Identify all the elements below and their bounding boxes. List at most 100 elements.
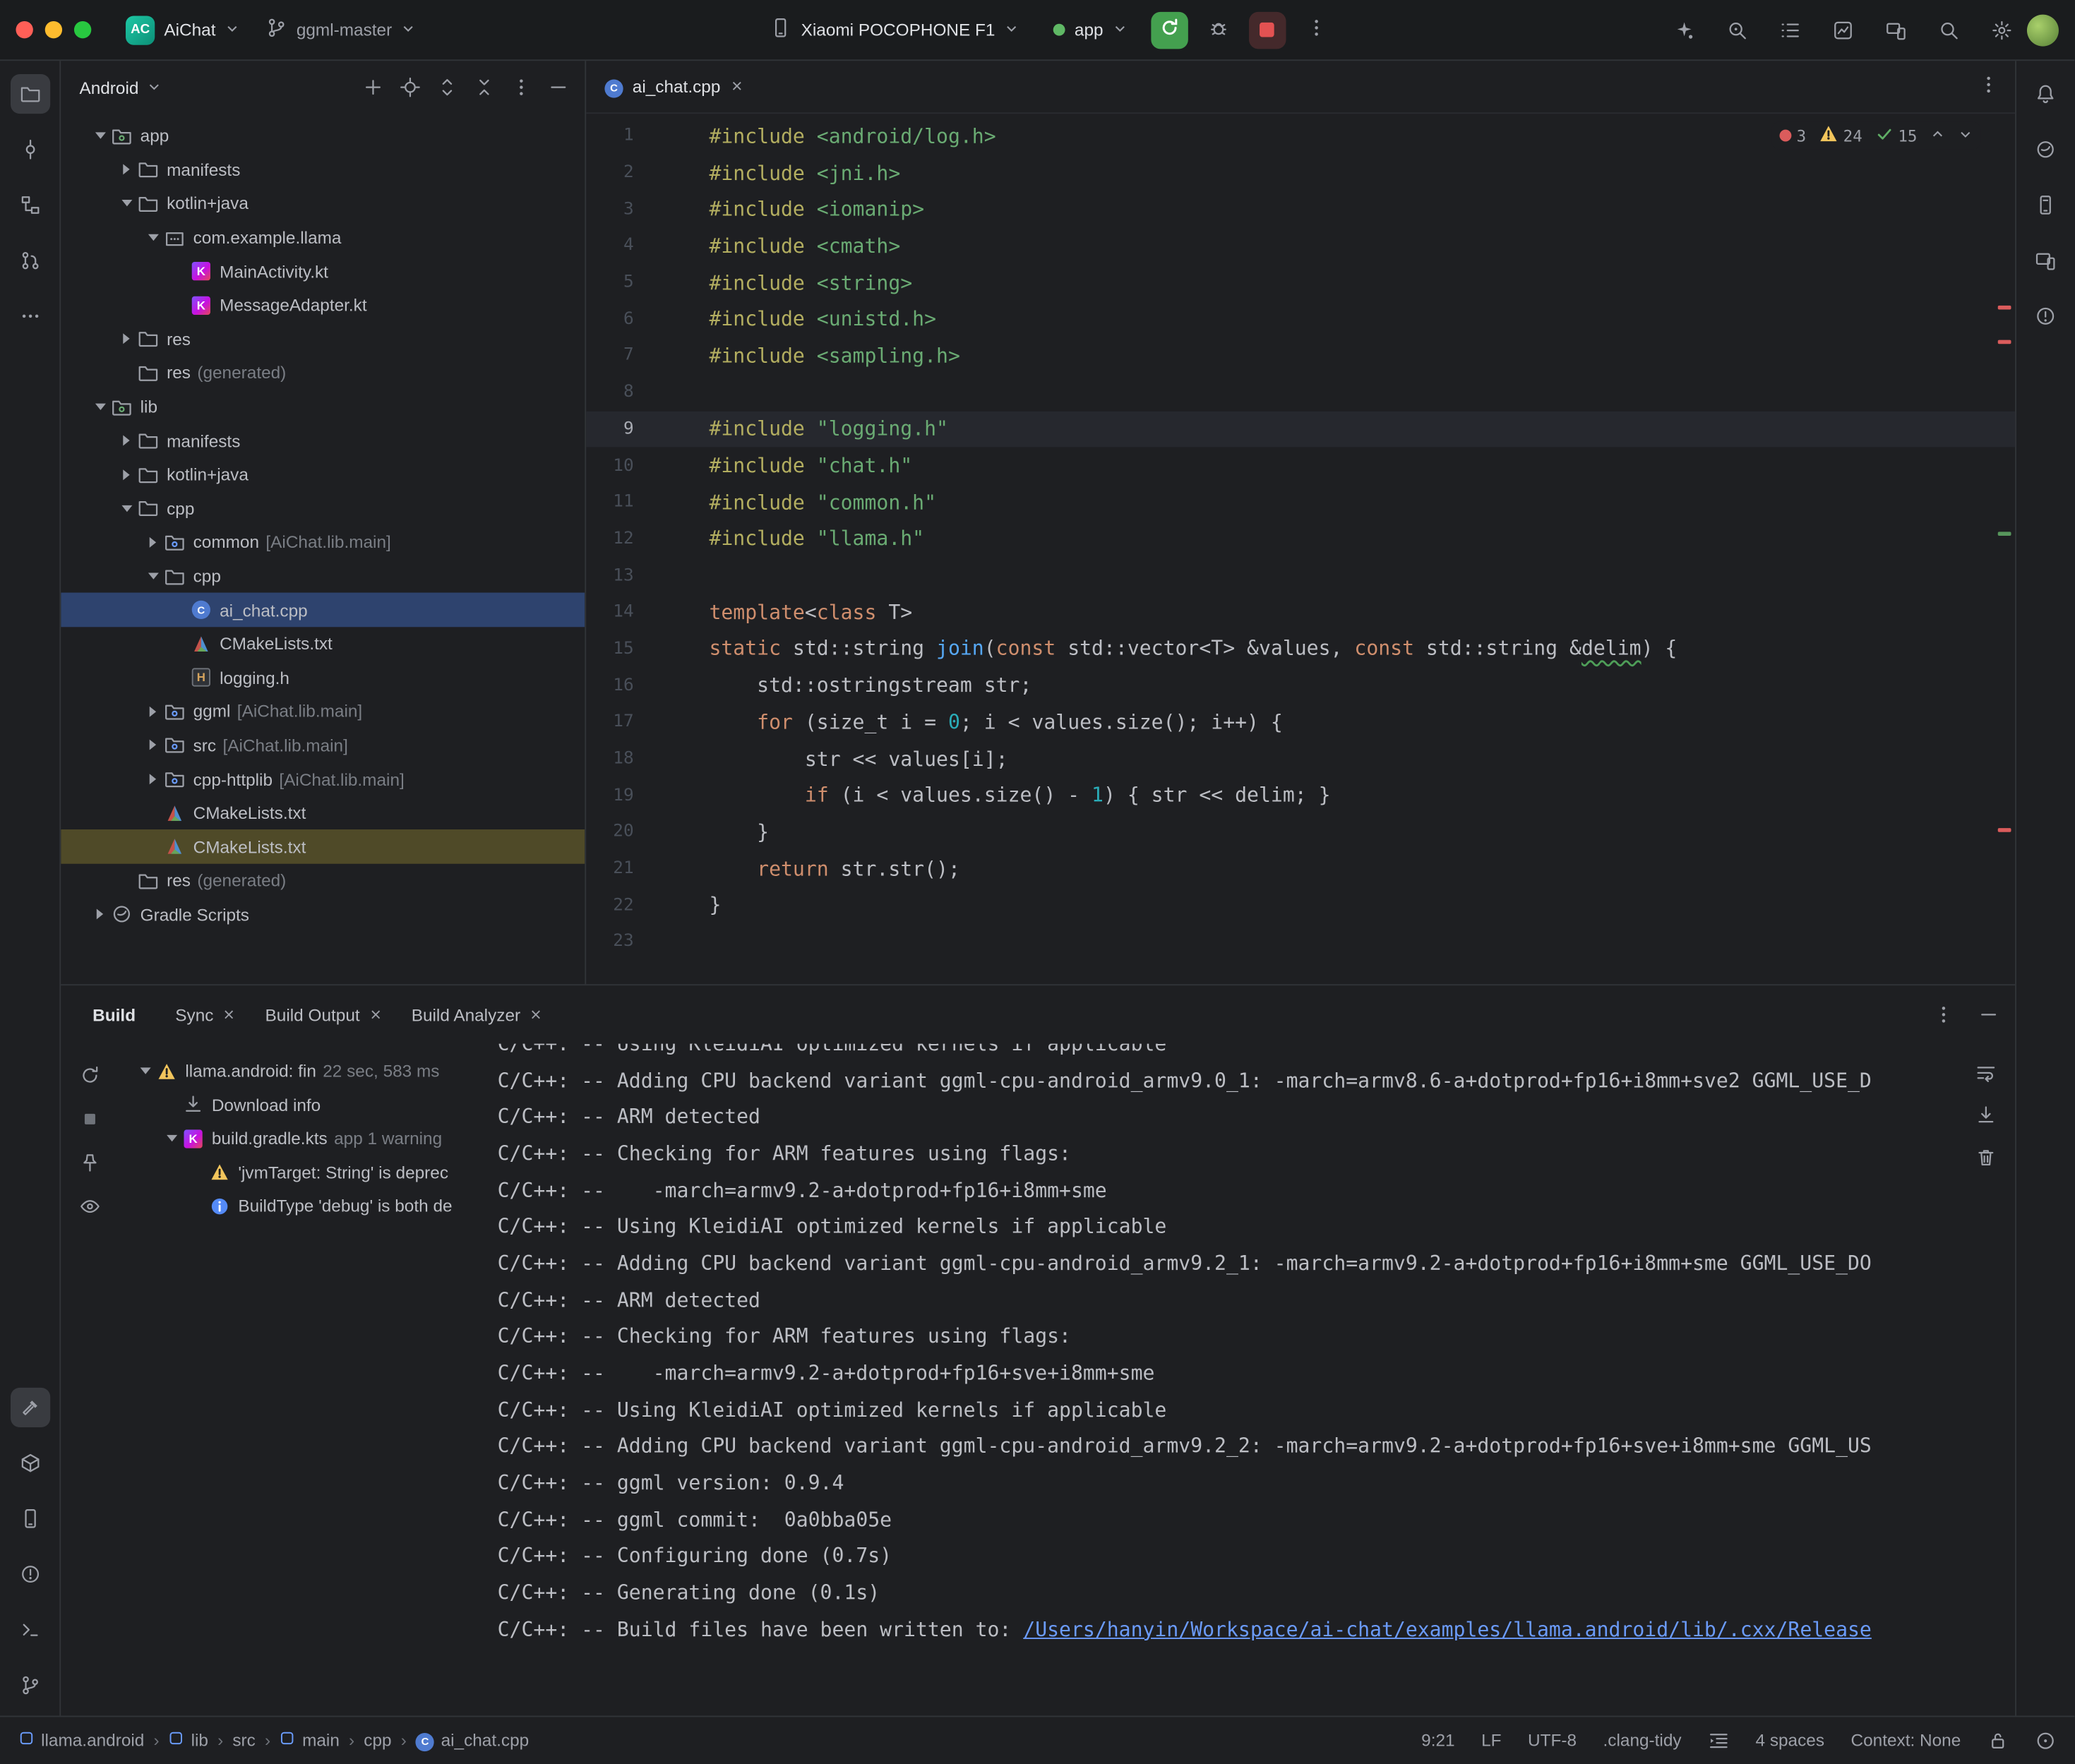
tree-item-src[interactable]: src [AiChat.lib.main] <box>61 728 585 762</box>
editor-options-button[interactable] <box>1973 71 2004 102</box>
passed-count[interactable]: 15 <box>1875 125 1917 146</box>
breadcrumb-item-llama-android[interactable]: llama.android <box>18 1730 144 1750</box>
collapse-twisty-icon[interactable] <box>162 1135 181 1141</box>
stop-button[interactable] <box>1249 11 1286 48</box>
inspections-widget[interactable]: 3 24 15 <box>1771 121 1980 149</box>
tree-item-buildtype-debug-is-both-de[interactable]: BuildType 'debug' is both de <box>119 1189 487 1223</box>
code-line-10[interactable]: 10#include "chat.h" <box>586 448 2015 484</box>
error-stripe[interactable] <box>1995 114 2011 984</box>
status-item-clang-tidy[interactable]: .clang-tidy <box>1603 1730 1682 1750</box>
pull-requests-icon[interactable] <box>10 241 49 280</box>
status-item-lf[interactable]: LF <box>1481 1730 1501 1750</box>
tree-item-kotlin-java[interactable]: kotlin+java <box>61 457 585 491</box>
code-line-15[interactable]: 15static std::string join(const std::vec… <box>586 630 2015 667</box>
gradle-icon[interactable] <box>2026 130 2065 169</box>
tree-item-build-gradle-kts[interactable]: Kbuild.gradle.ktsapp 1 warning <box>119 1122 487 1156</box>
expand-twisty-icon[interactable] <box>116 334 136 344</box>
project-icon[interactable] <box>10 74 49 114</box>
status-item-utf-8[interactable]: UTF-8 <box>1528 1730 1577 1750</box>
version-control-icon[interactable] <box>10 1664 49 1704</box>
close-icon[interactable] <box>369 1004 383 1024</box>
tree-item-kotlin-java[interactable]: kotlin+java <box>61 187 585 221</box>
status-item-9-21[interactable]: 9:21 <box>1421 1730 1454 1750</box>
run-more-options-button[interactable] <box>1299 13 1334 47</box>
build-tab-build-analyzer[interactable]: Build Analyzer <box>398 985 556 1043</box>
collapse-twisty-icon[interactable] <box>90 404 109 410</box>
close-icon[interactable] <box>223 1004 237 1024</box>
breadcrumb-item-lib[interactable]: lib <box>169 1730 208 1750</box>
build-console[interactable]: C/C++: -- Using KleidiAI optimized kerne… <box>487 1044 2015 1715</box>
tree-item-download-info[interactable]: Download info <box>119 1088 487 1122</box>
clear-icon[interactable] <box>1970 1141 2002 1173</box>
more-tool-windows-icon[interactable] <box>10 296 49 336</box>
tree-item-messageadapter-kt[interactable]: KMessageAdapter.kt <box>61 288 585 322</box>
tree-item-ai-chat-cpp[interactable]: Cai_chat.cpp <box>61 593 585 627</box>
breadcrumb-item-main[interactable]: main <box>280 1730 340 1750</box>
search-everywhere-icon[interactable] <box>1932 13 1966 47</box>
expand-twisty-icon[interactable] <box>143 707 162 717</box>
tree-item-mainactivity-kt[interactable]: KMainActivity.kt <box>61 255 585 289</box>
build-tab-build-output[interactable]: Build Output <box>252 985 395 1043</box>
editor-tab-ai-chat-cpp[interactable]: C ai_chat.cpp <box>586 61 761 112</box>
code-line-20[interactable]: 20 } <box>586 814 2015 851</box>
tree-item-common[interactable]: common [AiChat.lib.main] <box>61 525 585 559</box>
zoom-window-button[interactable] <box>74 21 91 38</box>
tree-item-ggml[interactable]: ggml [AiChat.lib.main] <box>61 695 585 728</box>
indent-icon[interactable] <box>1708 1729 1729 1751</box>
app-quality-insights-icon[interactable] <box>2026 296 2065 336</box>
tree-item-jvmtarget-string-is-deprec[interactable]: 'jvmTarget: String' is deprec <box>119 1156 487 1189</box>
code-line-21[interactable]: 21 return str.str(); <box>586 851 2015 887</box>
expand-twisty-icon[interactable] <box>143 774 162 784</box>
collapse-twisty-icon[interactable] <box>143 234 162 241</box>
warning-count[interactable]: 24 <box>1819 124 1862 147</box>
build-tab-sync[interactable]: Sync <box>162 985 250 1043</box>
code-line-17[interactable]: 17 for (size_t i = 0; i < values.size();… <box>586 704 2015 740</box>
tree-item-com-example-llama[interactable]: com.example.llama <box>61 221 585 255</box>
code-line-2[interactable]: 2#include <jni.h> <box>586 155 2015 191</box>
code-line-7[interactable]: 7#include <sampling.h> <box>586 337 2015 374</box>
tree-item-cmakelists-txt[interactable]: CMakeLists.txt <box>61 627 585 661</box>
code-line-5[interactable]: 5#include <string> <box>586 264 2015 301</box>
collapse-twisty-icon[interactable] <box>116 505 136 512</box>
collapse-all-icon[interactable] <box>468 71 500 103</box>
expand-twisty-icon[interactable] <box>90 909 109 920</box>
code-line-9[interactable]: 9#include "logging.h" <box>586 411 2015 448</box>
tree-item-manifests[interactable]: manifests <box>61 424 585 457</box>
close-icon[interactable] <box>730 77 743 97</box>
collapse-twisty-icon[interactable] <box>143 572 162 579</box>
running-devices-icon[interactable] <box>2026 241 2065 280</box>
profiler-icon[interactable] <box>1826 13 1860 47</box>
tree-item-logging-h[interactable]: Hlogging.h <box>61 661 585 695</box>
project-selector[interactable]: AC AiChat <box>115 10 250 49</box>
device-selector[interactable]: Xiaomi POCOPHONE F1 <box>760 12 1030 48</box>
tree-item-res[interactable]: res <box>61 322 585 356</box>
expand-twisty-icon[interactable] <box>116 164 136 175</box>
code-line-16[interactable]: 16 std::ostringstream str; <box>586 667 2015 704</box>
collapse-twisty-icon[interactable] <box>90 133 109 139</box>
commit-icon[interactable] <box>10 130 49 169</box>
run-button[interactable] <box>1151 11 1188 48</box>
scroll-to-end-icon[interactable] <box>1970 1099 2002 1131</box>
tree-item-app[interactable]: app <box>61 119 585 153</box>
code-line-14[interactable]: 14template<class T> <box>586 594 2015 630</box>
previous-problem-icon[interactable] <box>1930 126 1945 145</box>
tree-item-manifests[interactable]: manifests <box>61 153 585 187</box>
code-line-19[interactable]: 19 if (i < values.size() - 1) { str << d… <box>586 777 2015 814</box>
tree-item-cmakelists-txt[interactable]: CMakeLists.txt <box>61 796 585 830</box>
next-problem-icon[interactable] <box>1959 126 1973 145</box>
status-item-context-none[interactable]: Context: None <box>1851 1730 1961 1750</box>
console-link[interactable]: /Users/hanyin/Workspace/ai-chat/examples… <box>1023 1618 1872 1642</box>
stripe-mark[interactable] <box>1998 532 2011 536</box>
build-icon[interactable] <box>10 1387 49 1427</box>
tree-item-res[interactable]: res (generated) <box>61 864 585 898</box>
structure-icon[interactable] <box>10 185 49 224</box>
user-avatar[interactable] <box>2027 14 2059 46</box>
error-count[interactable]: 3 <box>1779 126 1806 145</box>
tree-item-cpp[interactable]: cpp <box>61 491 585 525</box>
hide-icon[interactable] <box>1973 999 2004 1031</box>
stop-icon[interactable] <box>74 1103 106 1135</box>
minimize-window-button[interactable] <box>45 21 62 38</box>
options-icon[interactable] <box>506 71 537 103</box>
expand-twisty-icon[interactable] <box>116 436 136 446</box>
lock-icon[interactable] <box>1987 1729 2009 1751</box>
